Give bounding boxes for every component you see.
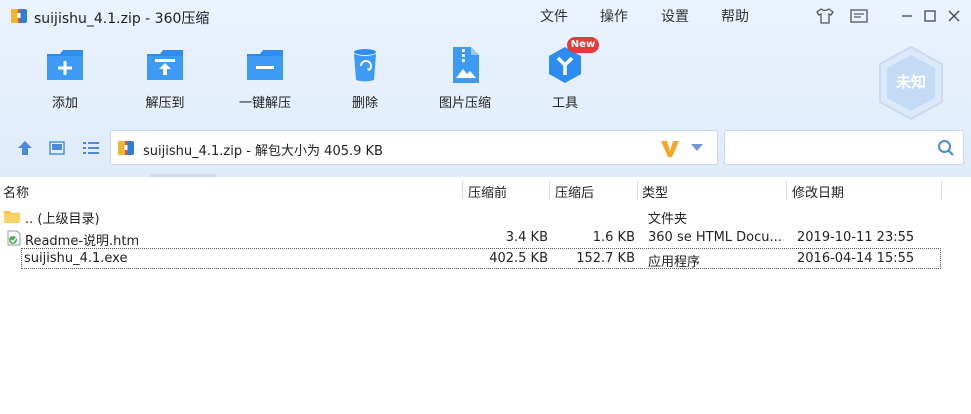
search-box[interactable] [724,130,964,165]
close-button[interactable] [942,4,966,28]
zip-app-icon [11,9,27,23]
feedback-button[interactable] [847,4,871,28]
message-icon [850,9,868,23]
row-after-size: 152.7 KB [576,251,635,266]
one-click-extract-icon [247,50,283,80]
tools-label: 工具 [551,96,578,111]
row-date: 2016-04-14 15:55 [797,251,915,266]
maximize-button[interactable] [918,4,942,28]
archive-path: suijishu_4.1.zip - 解包大小为 405.9 KB [143,144,383,159]
delete-label: 删除 [351,96,378,111]
up-level-button[interactable] [14,138,36,158]
window-title: suijishu_4.1.zip - 360压缩 [34,11,210,27]
column-divider[interactable] [786,181,787,199]
menu-file[interactable]: 文件 [540,6,568,26]
minimize-icon [902,15,912,17]
menu-help[interactable]: 帮助 [721,6,749,26]
maximize-icon [924,10,936,22]
column-divider[interactable] [941,181,942,199]
address-dropdown-arrow[interactable] [691,144,703,151]
zip-file-icon [118,141,134,155]
minimize-button[interactable] [895,4,919,28]
address-bar[interactable]: suijishu_4.1.zip - 解包大小为 405.9 KB [110,130,718,165]
list-view-button[interactable] [80,138,102,158]
delete-icon [354,49,376,82]
row-name: .. (上级目录) [25,212,100,227]
security-status-text: 未知 [895,73,926,91]
row-type: 文件夹 [648,212,688,227]
thumbnail-view-icon [49,141,65,155]
menu-settings[interactable]: 设置 [661,6,689,26]
image-compress-button[interactable]: 图片压缩 [425,44,505,111]
table-row-selected[interactable]: suijishu_4.1.exe 402.5 KB 152.7 KB 应用程序 … [21,248,941,270]
delete-button[interactable]: 删除 [325,44,405,111]
html-file-icon [7,230,21,246]
title-bar: suijishu_4.1.zip - 360压缩 文件 操作 设置 帮助 [0,0,971,32]
image-compress-label: 图片压缩 [438,96,491,111]
new-badge: New [567,37,599,53]
column-header-row: 名称 压缩前 压缩后 类型 修改日期 [0,177,971,204]
row-before-size: 3.4 KB [505,230,548,245]
row-name: suijishu_4.1.exe [24,251,128,266]
column-type[interactable]: 类型 [642,182,668,201]
row-before-size: 402.5 KB [489,251,548,266]
row-type: 360 se HTML Docu... [648,230,782,245]
add-file-icon [47,50,83,80]
one-click-extract-button[interactable]: 一键解压 [225,44,305,111]
tools-button[interactable]: 工具 [525,44,605,111]
column-after-size[interactable]: 压缩后 [555,182,594,201]
column-divider[interactable] [549,181,550,199]
add-label: 添加 [51,96,78,111]
folder-icon [4,211,20,223]
row-date: 2019-10-11 23:55 [797,230,915,245]
add-button[interactable]: 添加 [25,44,105,111]
column-divider[interactable] [462,181,463,199]
row-after-size: 1.6 KB [592,230,635,245]
image-compress-icon [453,47,479,83]
extract-to-icon [147,50,183,80]
up-arrow-icon [18,141,32,155]
extract-to-label: 解压到 [145,96,185,111]
row-type: 应用程序 [648,255,701,270]
skin-button[interactable] [813,4,837,28]
one-click-extract-label: 一键解压 [238,96,291,111]
row-name: Readme-说明.htm [25,234,140,249]
column-name[interactable]: 名称 [3,182,29,201]
table-row[interactable]: .. (上级目录) 文件夹 [0,206,945,227]
search-icon[interactable] [937,139,955,157]
extract-to-button[interactable]: 解压到 [125,44,205,111]
column-divider[interactable] [637,181,638,199]
close-icon [948,10,960,22]
column-before-size[interactable]: 压缩前 [468,182,507,201]
column-modified-date[interactable]: 修改日期 [792,182,844,201]
security-status-badge[interactable]: 未知 [876,45,946,121]
menu-operate[interactable]: 操作 [600,6,628,26]
list-view-icon [83,142,99,154]
shirt-icon [816,8,834,24]
thumbnail-view-button[interactable] [46,138,68,158]
search-input[interactable] [731,138,931,158]
table-row[interactable]: Readme-说明.htm 3.4 KB 1.6 KB 360 se HTML … [0,228,945,249]
vip-logo-icon[interactable] [659,137,681,159]
